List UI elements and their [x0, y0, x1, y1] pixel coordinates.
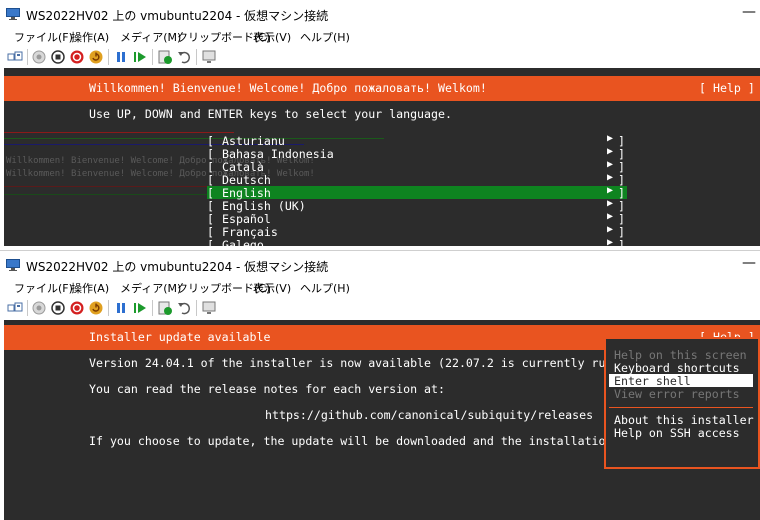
toolbar	[0, 297, 760, 319]
language-option[interactable]: [Bahasa Indonesia ▶]	[207, 146, 627, 161]
reset-icon[interactable]	[88, 49, 104, 65]
window-title: WS2022HV02 上の vmubuntu2204 - 仮想マシン接続	[26, 260, 329, 274]
resume-icon[interactable]	[132, 300, 148, 316]
help-dropdown-menu: Help on this screen Keyboard shortcuts E…	[604, 337, 760, 469]
language-option[interactable]: [English (UK) ▶]	[207, 198, 627, 213]
language-option[interactable]: [Asturianu ▶]	[207, 133, 627, 148]
revert-icon[interactable]	[176, 49, 192, 65]
menu-bar: ファイル(F) 操作(A) メディア(M) クリップボード(C) 表示(V) ヘ…	[0, 28, 760, 46]
arrow-right-icon: ▶	[607, 185, 614, 196]
menu-item-about-installer[interactable]: About this installer	[614, 413, 754, 427]
enhanced-session-icon[interactable]	[201, 300, 217, 316]
update-info-text: If you choose to update, the update will…	[89, 434, 634, 448]
language-option-selected[interactable]: [English ▶]	[207, 185, 627, 200]
arrow-right-icon: ▶	[607, 133, 614, 144]
menu-divider	[609, 407, 753, 408]
language-label: Español	[222, 212, 271, 226]
menu-media[interactable]: メディア(M)	[120, 280, 181, 296]
title-bar[interactable]: WS2022HV02 上の vmubuntu2204 - 仮想マシン接続 —	[0, 251, 760, 279]
language-label: Asturianu	[222, 134, 285, 148]
menu-help[interactable]: ヘルプ(H)	[300, 280, 350, 296]
checkpoint-icon[interactable]	[157, 300, 173, 316]
arrow-right-icon: ▶	[607, 198, 614, 209]
menu-item-enter-shell[interactable]: Enter shell	[609, 374, 753, 388]
checkpoint-icon[interactable]	[157, 49, 173, 65]
ctrl-alt-del-icon[interactable]	[7, 49, 23, 65]
menu-media[interactable]: メディア(M)	[120, 29, 181, 45]
language-option[interactable]: [Català ▶]	[207, 159, 627, 174]
turn-off-icon[interactable]	[50, 300, 66, 316]
menu-bar: ファイル(F) 操作(A) メディア(M) クリップボード(C) 表示(V) ヘ…	[0, 279, 760, 297]
revert-icon[interactable]	[176, 300, 192, 316]
language-option[interactable]: [Galego ▶]	[207, 237, 627, 246]
menu-help[interactable]: ヘルプ(H)	[300, 29, 350, 45]
arrow-right-icon: ▶	[607, 224, 614, 235]
menu-file[interactable]: ファイル(F)	[14, 29, 73, 45]
vm-connection-window-2: WS2022HV02 上の vmubuntu2204 - 仮想マシン接続 — フ…	[0, 250, 760, 520]
banner-text: Installer update available	[89, 330, 271, 344]
arrow-right-icon: ▶	[607, 172, 614, 183]
welcome-banner: Willkommen! Bienvenue! Welcome! Добро по…	[4, 76, 760, 101]
banner-text: Willkommen! Bienvenue! Welcome! Добро по…	[89, 81, 487, 95]
menu-view[interactable]: 表示(V)	[253, 280, 291, 296]
language-label: Bahasa Indonesia	[222, 147, 334, 161]
start-icon[interactable]	[31, 300, 47, 316]
instruction-text: Use UP, DOWN and ENTER keys to select yo…	[89, 107, 452, 121]
language-option[interactable]: [Deutsch ▶]	[207, 172, 627, 187]
release-notes-text: You can read the release notes for each …	[89, 382, 445, 396]
resume-icon[interactable]	[132, 49, 148, 65]
menu-action[interactable]: 操作(A)	[71, 29, 109, 45]
arrow-right-icon: ▶	[607, 146, 614, 157]
language-label: Deutsch	[222, 173, 271, 187]
pause-icon[interactable]	[113, 49, 129, 65]
minimize-button[interactable]: —	[742, 4, 756, 20]
language-label: English (UK)	[222, 199, 306, 213]
arrow-right-icon: ▶	[607, 159, 614, 170]
window-title: WS2022HV02 上の vmubuntu2204 - 仮想マシン接続	[26, 9, 329, 23]
language-label: Français	[222, 225, 278, 239]
vm-console-screen[interactable]: Installer update available [ Help ] Vers…	[4, 320, 760, 520]
update-message: Version 24.04.1 of the installer is now …	[89, 356, 634, 370]
pause-icon[interactable]	[113, 300, 129, 316]
start-icon[interactable]	[31, 49, 47, 65]
language-label: Català	[222, 160, 264, 174]
menu-item-view-error-reports[interactable]: View error reports	[614, 387, 740, 401]
menu-item-keyboard-shortcuts[interactable]: Keyboard shortcuts	[614, 361, 740, 375]
menu-item-help-ssh[interactable]: Help on SSH access	[614, 426, 740, 440]
arrow-right-icon: ▶	[607, 237, 614, 246]
menu-file[interactable]: ファイル(F)	[14, 280, 73, 296]
shutdown-icon[interactable]	[69, 49, 85, 65]
language-option[interactable]: [Español ▶]	[207, 211, 627, 226]
ctrl-alt-del-icon[interactable]	[7, 300, 23, 316]
language-option[interactable]: [Français ▶]	[207, 224, 627, 239]
vm-connection-icon	[6, 259, 20, 271]
toolbar	[0, 46, 760, 68]
language-label: English	[222, 186, 271, 200]
language-label: Galego	[222, 238, 264, 246]
vm-console-screen[interactable]: Willkommen! Bienvenue! Welcome! Добро по…	[4, 68, 760, 246]
title-bar[interactable]: WS2022HV02 上の vmubuntu2204 - 仮想マシン接続 —	[0, 0, 760, 28]
vm-connection-window-1: WS2022HV02 上の vmubuntu2204 - 仮想マシン接続 — フ…	[0, 0, 760, 250]
arrow-right-icon: ▶	[607, 211, 614, 222]
turn-off-icon[interactable]	[50, 49, 66, 65]
menu-item-help-on-screen[interactable]: Help on this screen	[614, 348, 747, 362]
menu-view[interactable]: 表示(V)	[253, 29, 291, 45]
enhanced-session-icon[interactable]	[201, 49, 217, 65]
reset-icon[interactable]	[88, 300, 104, 316]
shutdown-icon[interactable]	[69, 300, 85, 316]
release-notes-url: https://github.com/canonical/subiquity/r…	[265, 408, 594, 422]
minimize-button[interactable]: —	[742, 255, 756, 271]
vm-connection-icon	[6, 8, 20, 20]
menu-action[interactable]: 操作(A)	[71, 280, 109, 296]
help-button[interactable]: [ Help ]	[699, 81, 755, 95]
